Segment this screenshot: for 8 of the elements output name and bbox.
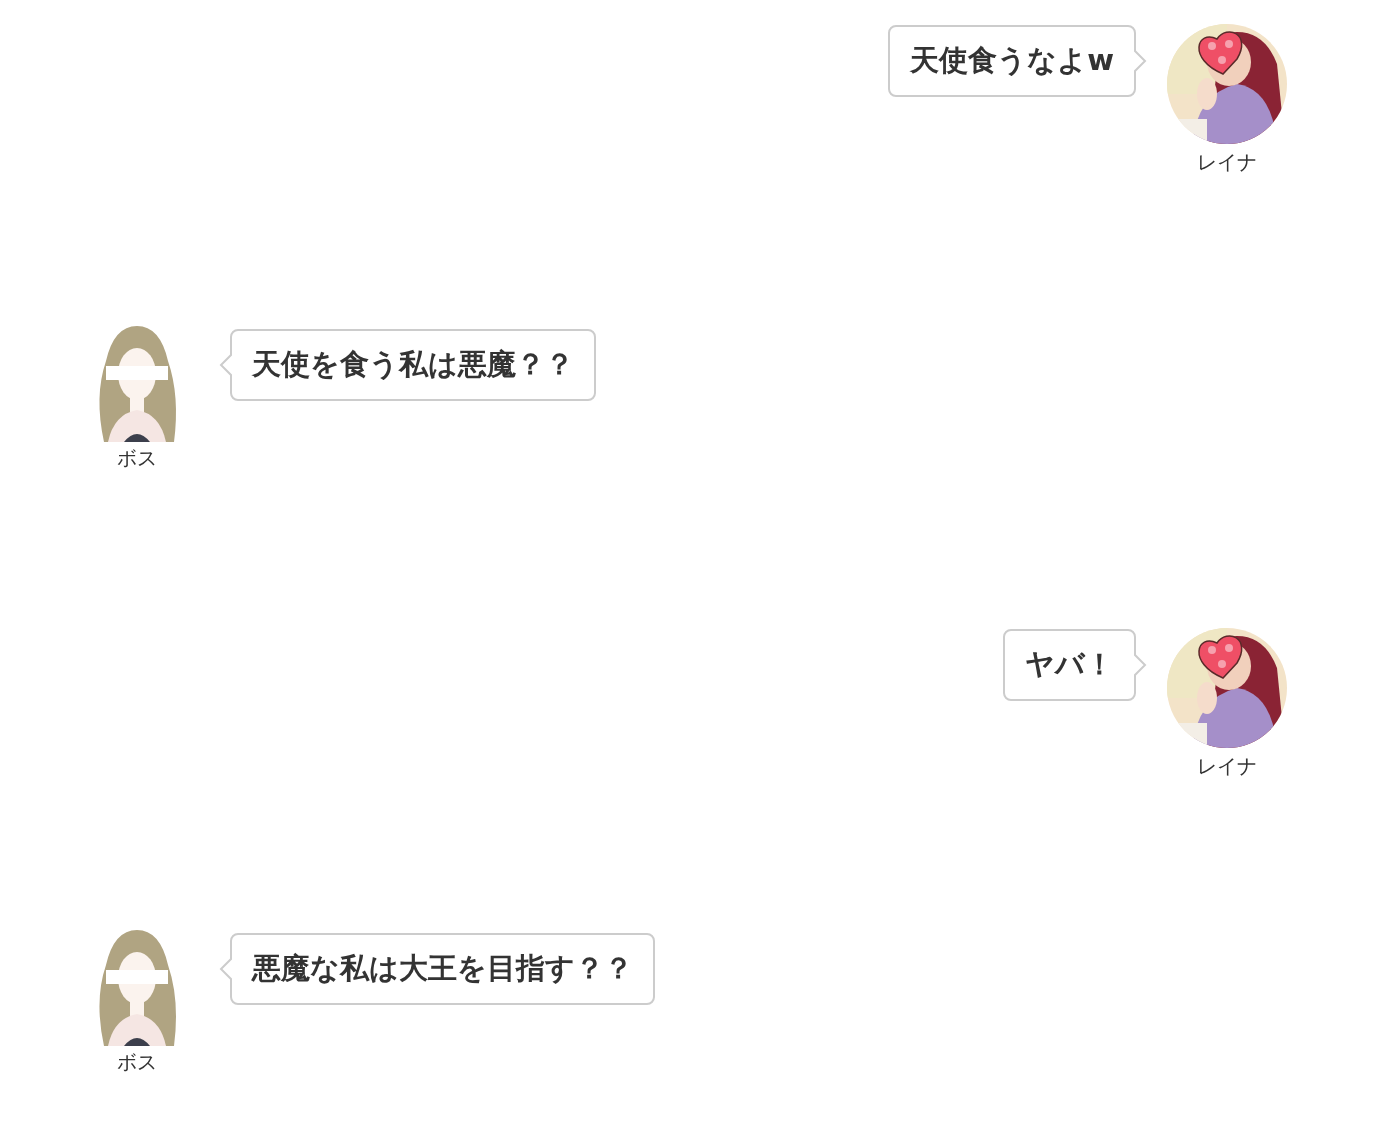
bubble-tail [219, 353, 232, 377]
sender-name: ボス [117, 446, 157, 470]
sender-name: ボス [117, 1050, 157, 1074]
bubble-tail [1134, 653, 1147, 677]
sender-name: レイナ [1197, 150, 1257, 174]
bubble-tail [1134, 49, 1147, 73]
sender-name: レイナ [1197, 754, 1257, 778]
bubble-tail [219, 957, 232, 981]
